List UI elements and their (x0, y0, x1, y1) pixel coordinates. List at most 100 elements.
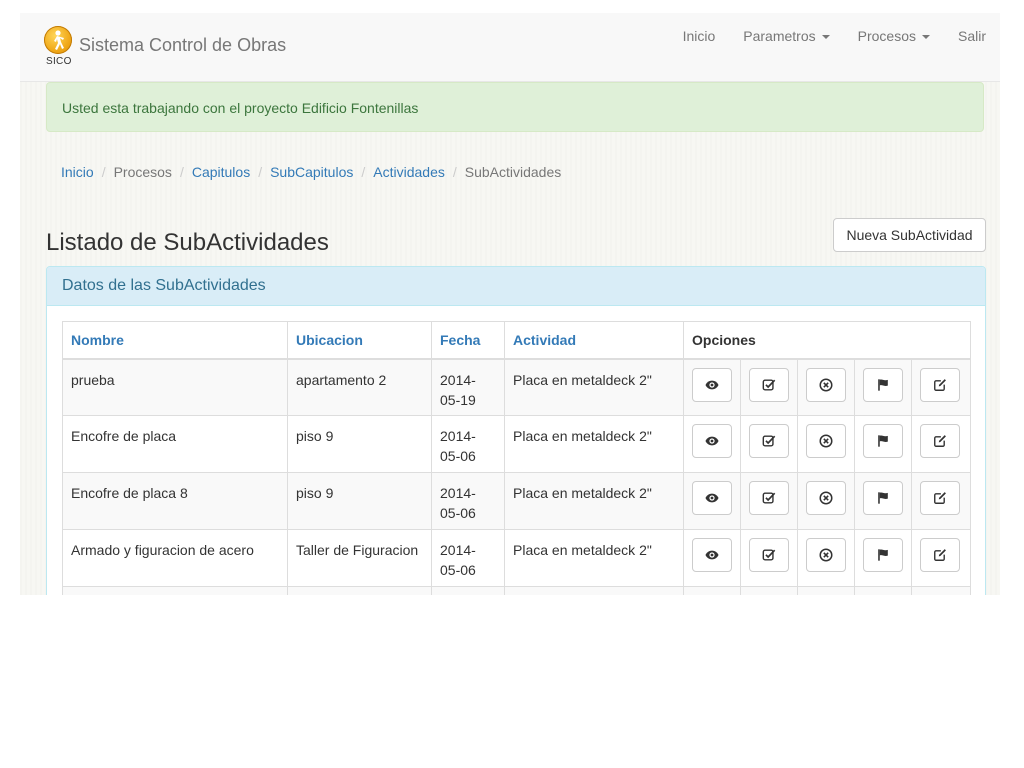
check-square-icon (762, 435, 776, 447)
view-button[interactable] (692, 424, 732, 458)
cell-nombre: Armado y figuracion de acero (62, 529, 288, 587)
nombre-text: Encofre de placa (71, 428, 177, 444)
x-circle-icon (819, 434, 833, 448)
cell-actividad: Placa en metaldeck 2" (504, 472, 684, 530)
cell-option-approve (740, 415, 798, 473)
nav-salir[interactable]: Salir (944, 13, 1000, 59)
flag-button[interactable] (863, 481, 903, 515)
reject-button[interactable] (806, 367, 846, 402)
cell-actividad: Placa en metaldeck 2" (504, 415, 684, 473)
project-alert: Usted esta trabajando con el proyecto Ed… (46, 82, 984, 132)
reject-button[interactable] (806, 481, 846, 515)
view-button[interactable] (692, 538, 732, 572)
approve-button[interactable] (749, 424, 789, 458)
fecha-year-text: 2014- (440, 542, 476, 558)
view-button[interactable] (692, 367, 732, 402)
breadcrumb-inicio[interactable]: Inicio (61, 164, 94, 180)
edit-button[interactable] (920, 538, 960, 572)
cell-option-reject (797, 472, 855, 530)
app-title[interactable]: Sistema Control de Obras (79, 35, 286, 56)
view-button[interactable] (692, 481, 732, 515)
flag-icon (878, 492, 888, 504)
cell-option-edit (910, 358, 972, 416)
fecha-year-text: 2014- (440, 485, 476, 501)
edit-button[interactable] (920, 481, 960, 515)
approve-button[interactable] (749, 367, 789, 402)
check-square-icon (762, 549, 776, 561)
logo-text: SICO (46, 56, 72, 67)
cell-option-flag (854, 472, 912, 530)
column-header-fecha[interactable]: Fecha (431, 321, 505, 360)
actividad-text: Placa en metaldeck 2" (513, 428, 652, 444)
cell-fecha: 2014- 05-06 (431, 529, 505, 587)
flag-button[interactable] (863, 367, 903, 402)
column-header-nombre[interactable]: Nombre (62, 321, 288, 360)
nav-inicio[interactable]: Inicio (669, 13, 730, 59)
cell-fecha: 2014- 05-06 (431, 472, 505, 530)
table-row: Encofre de placa piso 9 2014- 05-06 Placa… (62, 415, 972, 473)
edit-button[interactable] (920, 424, 960, 458)
fecha-year-text: 2014- (440, 371, 476, 388)
table-header-row: Nombre Ubicacion Fecha Actividad Opcione… (62, 321, 972, 360)
nav-parametros-label: Parametros (743, 28, 816, 44)
flag-icon (878, 549, 888, 561)
edit-icon (934, 492, 946, 504)
cell-option-reject (797, 415, 855, 473)
nav-parametros-dropdown[interactable]: Parametros (729, 13, 843, 59)
breadcrumb: Inicio / Procesos / Capitulos / SubCapit… (61, 164, 561, 180)
panel-heading: Datos de las SubActividades (47, 267, 985, 306)
cell-nombre: prueba (62, 358, 288, 416)
x-circle-icon (819, 548, 833, 562)
edit-icon (934, 549, 946, 561)
cell-option-reject (797, 586, 855, 595)
eye-icon (705, 550, 719, 560)
check-square-icon (762, 378, 776, 391)
breadcrumb-separator: / (179, 164, 184, 180)
column-header-actividad[interactable]: Actividad (504, 321, 684, 360)
cell-option-view (683, 529, 741, 587)
cell-option-reject (797, 358, 855, 416)
cell-fecha: 2014- 05-06 (431, 415, 505, 473)
cell-option-flag (854, 415, 912, 473)
nav-procesos-label: Procesos (857, 28, 916, 44)
cell-ubicacion: piso 9 (287, 415, 432, 473)
cell-option-approve (740, 529, 798, 587)
logo-icon (44, 26, 72, 54)
cell-option-edit (910, 472, 972, 530)
table-row: Armado y figuracion de acero Taller de F… (62, 529, 972, 587)
cell-option-view (683, 415, 741, 473)
eye-icon (705, 436, 719, 446)
column-header-opciones: Opciones (682, 321, 972, 360)
cell-nombre: Encofre de placa (62, 415, 288, 473)
cell-option-flag (854, 358, 912, 416)
column-header-ubicacion[interactable]: Ubicacion (287, 321, 432, 360)
ubicacion-text: piso 9 (296, 485, 334, 501)
reject-button[interactable] (806, 424, 846, 458)
approve-button[interactable] (749, 538, 789, 572)
flag-button[interactable] (863, 424, 903, 458)
breadcrumb-actividades[interactable]: Actividades (373, 164, 445, 180)
app-viewport: SICO Sistema Control de Obras Inicio Par… (20, 13, 1000, 595)
page-title: Listado de SubActividades (46, 229, 329, 256)
fecha-year-text: 2014- (440, 428, 476, 444)
flag-icon (878, 435, 888, 447)
reject-button[interactable] (806, 538, 846, 572)
edit-button[interactable] (920, 367, 960, 402)
nav-procesos-dropdown[interactable]: Procesos (844, 13, 944, 59)
cell-ubicacion: Taller de Figuracion (287, 529, 432, 587)
main-nav: Inicio Parametros Procesos Salir (669, 13, 1000, 59)
cell-actividad: Placa en metaldeck 2" (504, 529, 684, 587)
cell-fecha (431, 586, 505, 595)
breadcrumb-subactividades: SubActividades (464, 164, 562, 180)
new-subactividad-button[interactable]: Nueva SubActividad (833, 218, 986, 252)
fecha-day-text: 05-06 (440, 448, 476, 464)
approve-button[interactable] (749, 481, 789, 515)
fecha-day-text: 05-19 (440, 391, 476, 408)
ubicacion-text: apartamento 2 (296, 371, 387, 388)
nombre-text: Armado y figuracion de acero (71, 542, 254, 558)
breadcrumb-subcapitulos[interactable]: SubCapitulos (270, 164, 353, 180)
breadcrumb-capitulos[interactable]: Capitulos (192, 164, 250, 180)
nav-inicio-label: Inicio (682, 28, 716, 44)
flag-button[interactable] (863, 538, 903, 572)
fecha-day-text: 05-06 (440, 562, 476, 578)
